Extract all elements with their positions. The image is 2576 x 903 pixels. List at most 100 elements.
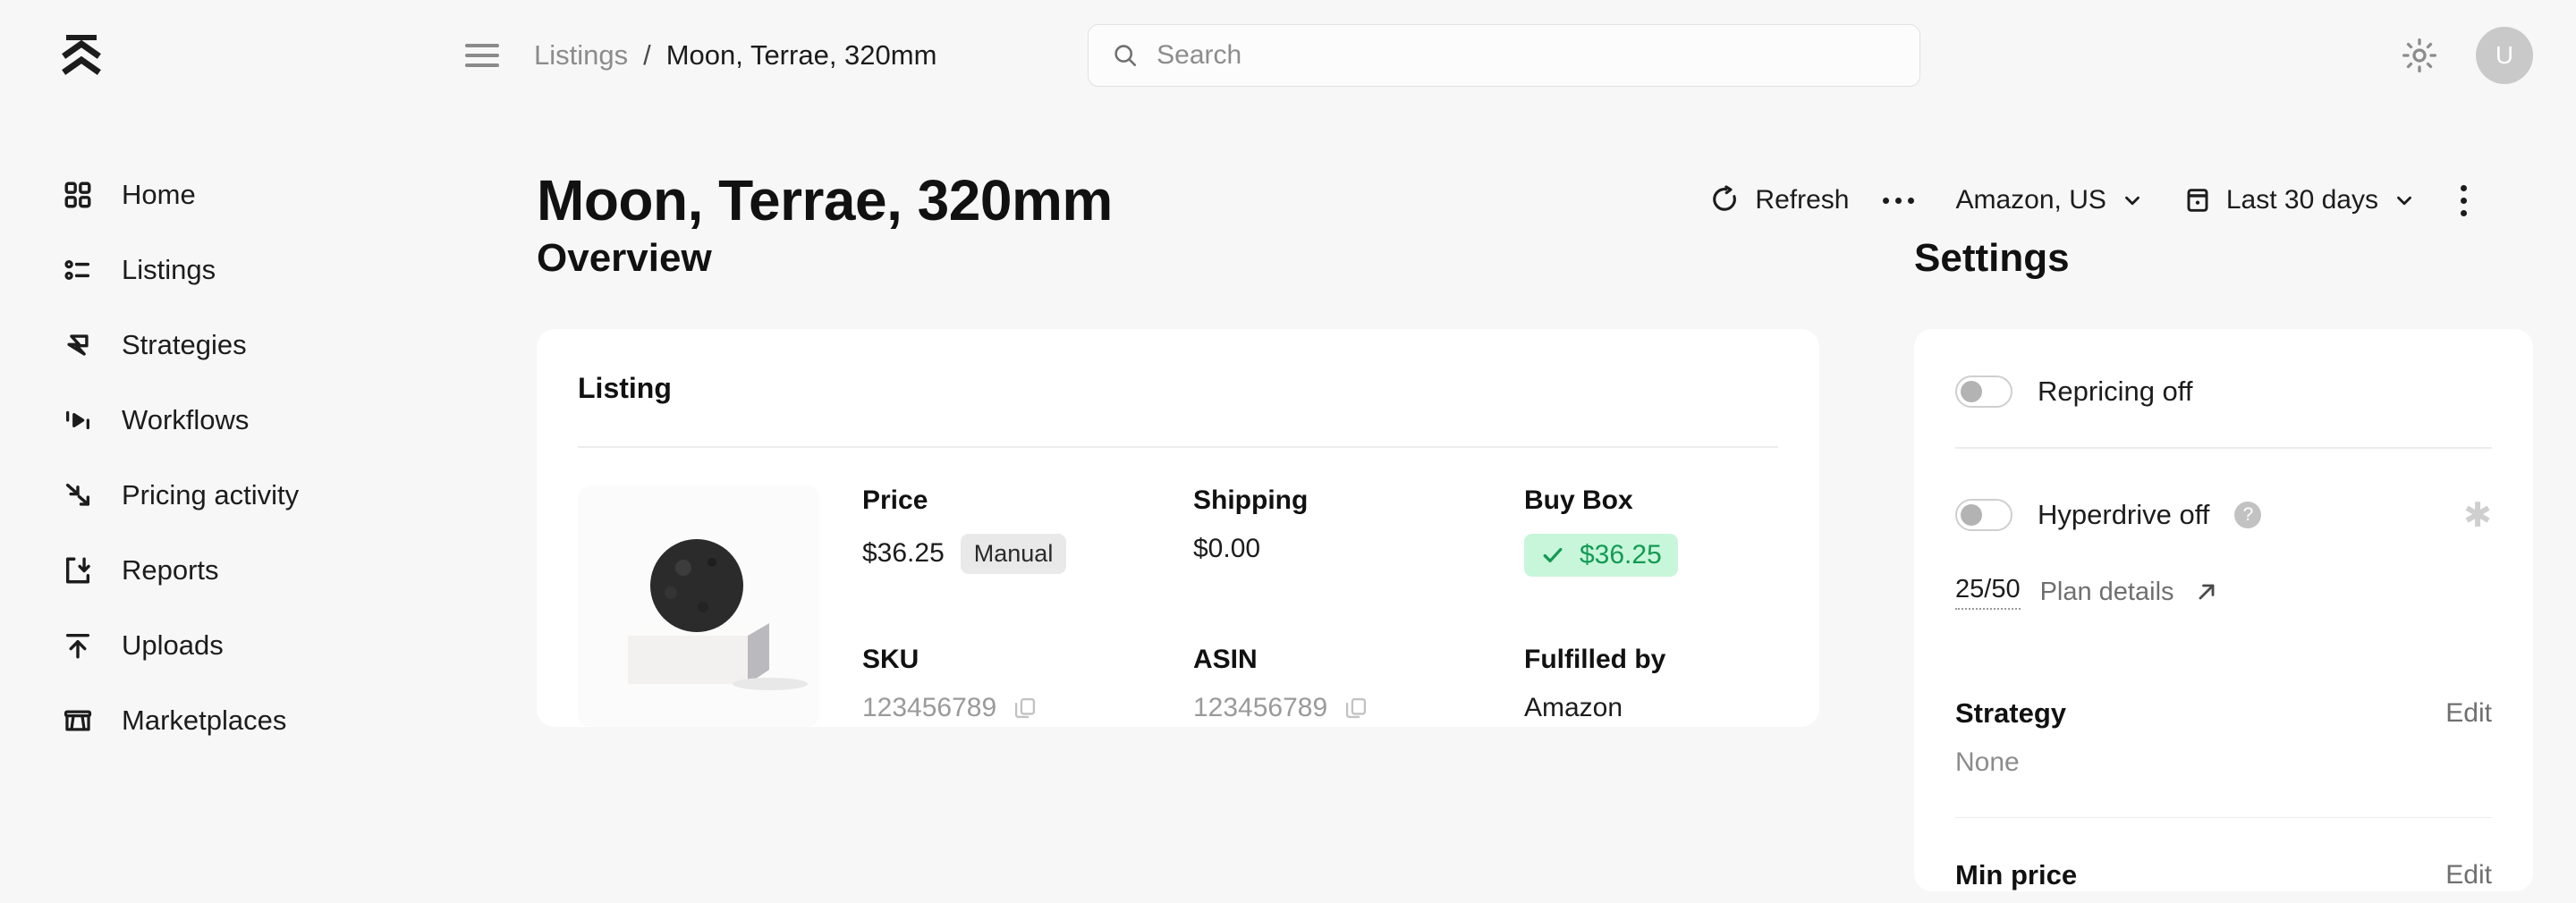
refresh-label: Refresh — [1755, 185, 1849, 215]
top-bar: Listings / Moon, Terrae, 320mm U — [0, 0, 2576, 111]
plan-usage-count[interactable]: 25/50 — [1955, 575, 2021, 610]
settings-column: Settings Repricing off Hyperdrive off ? … — [1914, 236, 2576, 891]
sidebar-item-label: Reports — [122, 554, 219, 587]
sidebar-item-reports[interactable]: Reports — [0, 533, 537, 608]
price-field: Price $36.25 Manual — [862, 485, 1193, 577]
listing-field-row-2: SKU 123456789 ASIN — [862, 645, 1855, 723]
sku-value-wrap: 123456789 — [862, 693, 1193, 723]
sidebar: Home Listings Strategies Workflows — [0, 111, 537, 903]
sku-field: SKU 123456789 — [862, 645, 1193, 723]
double-chevron-up-logo-icon — [61, 33, 114, 78]
date-range-label: Last 30 days — [2226, 185, 2378, 215]
marketplace-label: Amazon, US — [1955, 185, 2106, 215]
sidebar-item-workflows[interactable]: Workflows — [0, 383, 537, 458]
page-header: Moon, Terrae, 320mm Refresh Amazon, US — [537, 111, 2576, 236]
sidebar-item-label: Marketplaces — [122, 705, 286, 737]
main-content: Moon, Terrae, 320mm Refresh Amazon, US — [537, 111, 2576, 903]
avatar[interactable]: U — [2476, 27, 2533, 84]
asin-value: 123456789 — [1193, 693, 1327, 723]
sidebar-item-label: Pricing activity — [122, 479, 299, 511]
sidebar-item-pricing-activity[interactable]: Pricing activity — [0, 458, 537, 533]
copy-icon[interactable] — [1343, 696, 1368, 721]
hamburger-bar — [465, 44, 499, 47]
hamburger-bar — [465, 63, 499, 67]
storefront-icon — [61, 704, 95, 738]
sidebar-item-marketplaces[interactable]: Marketplaces — [0, 683, 537, 758]
fulfilled-by-field: Fulfilled by Amazon — [1524, 645, 1855, 723]
sun-brightness-icon[interactable] — [2399, 35, 2440, 76]
question-mark-icon[interactable]: ? — [2234, 502, 2261, 528]
sidebar-item-label: Listings — [122, 254, 216, 286]
strategy-value: None — [1955, 730, 2492, 817]
sidebar-item-label: Workflows — [122, 404, 249, 436]
ellipsis-vertical-icon[interactable] — [2436, 185, 2483, 216]
asin-label: ASIN — [1193, 645, 1524, 675]
hamburger-bar — [465, 54, 499, 57]
buy-box-field: Buy Box $36.25 — [1524, 485, 1855, 577]
field-row-spacer — [862, 577, 1855, 645]
search-input[interactable] — [1157, 40, 1896, 71]
content-columns: Overview Listing — [537, 236, 2576, 891]
repricing-toggle[interactable] — [1955, 376, 2012, 408]
sidebar-item-label: Uploads — [122, 629, 224, 662]
listing-fields: Price $36.25 Manual Shipping $0.00 — [862, 485, 1855, 727]
grid-squares-icon — [61, 178, 95, 212]
repricing-label: Repricing off — [2038, 376, 2192, 408]
refresh-button[interactable]: Refresh — [1698, 185, 1861, 215]
strategy-edit-button[interactable]: Edit — [2445, 698, 2492, 729]
hamburger-menu-icon[interactable] — [465, 37, 503, 74]
bullet-list-icon — [61, 253, 95, 287]
buy-box-status-badge: $36.25 — [1524, 534, 1678, 577]
search-bar[interactable] — [1088, 24, 1920, 87]
settings-card: Repricing off Hyperdrive off ? ✱ 25/50 P… — [1914, 329, 2533, 891]
min-price-row: Min price Edit — [1955, 818, 2492, 891]
hyperdrive-label: Hyperdrive off — [2038, 499, 2209, 531]
arrow-up-right-icon[interactable] — [2194, 579, 2219, 604]
sidebar-item-home[interactable]: Home — [0, 157, 537, 232]
avatar-initial: U — [2496, 41, 2513, 70]
min-price-edit-button[interactable]: Edit — [2445, 860, 2492, 890]
sidebar-item-label: Strategies — [122, 329, 247, 361]
chevron-down-icon — [2121, 189, 2144, 212]
sidebar-item-uploads[interactable]: Uploads — [0, 608, 537, 683]
fulfilled-by-value: Amazon — [1524, 693, 1855, 723]
listing-body: Price $36.25 Manual Shipping $0.00 — [578, 448, 1778, 727]
min-price-label: Min price — [1955, 859, 2077, 891]
upload-arrow-icon — [61, 629, 95, 662]
asin-value-wrap: 123456789 — [1193, 693, 1524, 723]
sku-value: 123456789 — [862, 693, 996, 723]
listing-card-title: Listing — [578, 329, 1778, 446]
checkmark-icon — [1540, 543, 1565, 568]
hyperdrive-row: Hyperdrive off ? ✱ — [1955, 449, 2492, 575]
buy-box-value: $36.25 — [1580, 540, 1662, 570]
sparkle-asterisk-icon[interactable]: ✱ — [2463, 495, 2492, 536]
breadcrumb-link-listings[interactable]: Listings — [534, 39, 628, 72]
plan-details-link[interactable]: Plan details — [2040, 578, 2174, 607]
listing-card: Listing — [537, 329, 1819, 727]
arrows-converge-icon — [61, 478, 95, 512]
price-mode-badge: Manual — [961, 534, 1067, 574]
search-icon — [1112, 41, 1139, 70]
marketplace-selector[interactable]: Amazon, US — [1936, 185, 2163, 215]
calendar-icon — [2183, 186, 2212, 215]
sidebar-item-listings[interactable]: Listings — [0, 232, 537, 308]
chevron-down-icon — [2393, 189, 2416, 212]
product-thumbnail-graphic — [578, 485, 819, 727]
copy-icon[interactable] — [1013, 696, 1038, 721]
download-bracket-icon — [61, 553, 95, 587]
top-bar-actions: U — [2399, 0, 2533, 111]
page-toolbar: Refresh Amazon, US Last 30 days — [1698, 185, 2483, 216]
price-label: Price — [862, 485, 1193, 516]
ellipsis-horizontal-icon[interactable] — [1861, 198, 1936, 204]
fulfilled-by-label: Fulfilled by — [1524, 645, 1855, 675]
app-logo[interactable] — [0, 0, 268, 111]
workflow-play-icon — [61, 403, 95, 437]
date-range-selector[interactable]: Last 30 days — [2164, 185, 2436, 215]
shipping-field: Shipping $0.00 — [1193, 485, 1524, 577]
sidebar-item-strategies[interactable]: Strategies — [0, 308, 537, 383]
moon-rock-product-image[interactable] — [578, 485, 819, 727]
buy-box-value-wrap: $36.25 — [1524, 534, 1855, 577]
hyperdrive-toggle[interactable] — [1955, 499, 2012, 531]
price-value: $36.25 — [862, 538, 945, 569]
refresh-circle-icon — [1710, 185, 1741, 215]
